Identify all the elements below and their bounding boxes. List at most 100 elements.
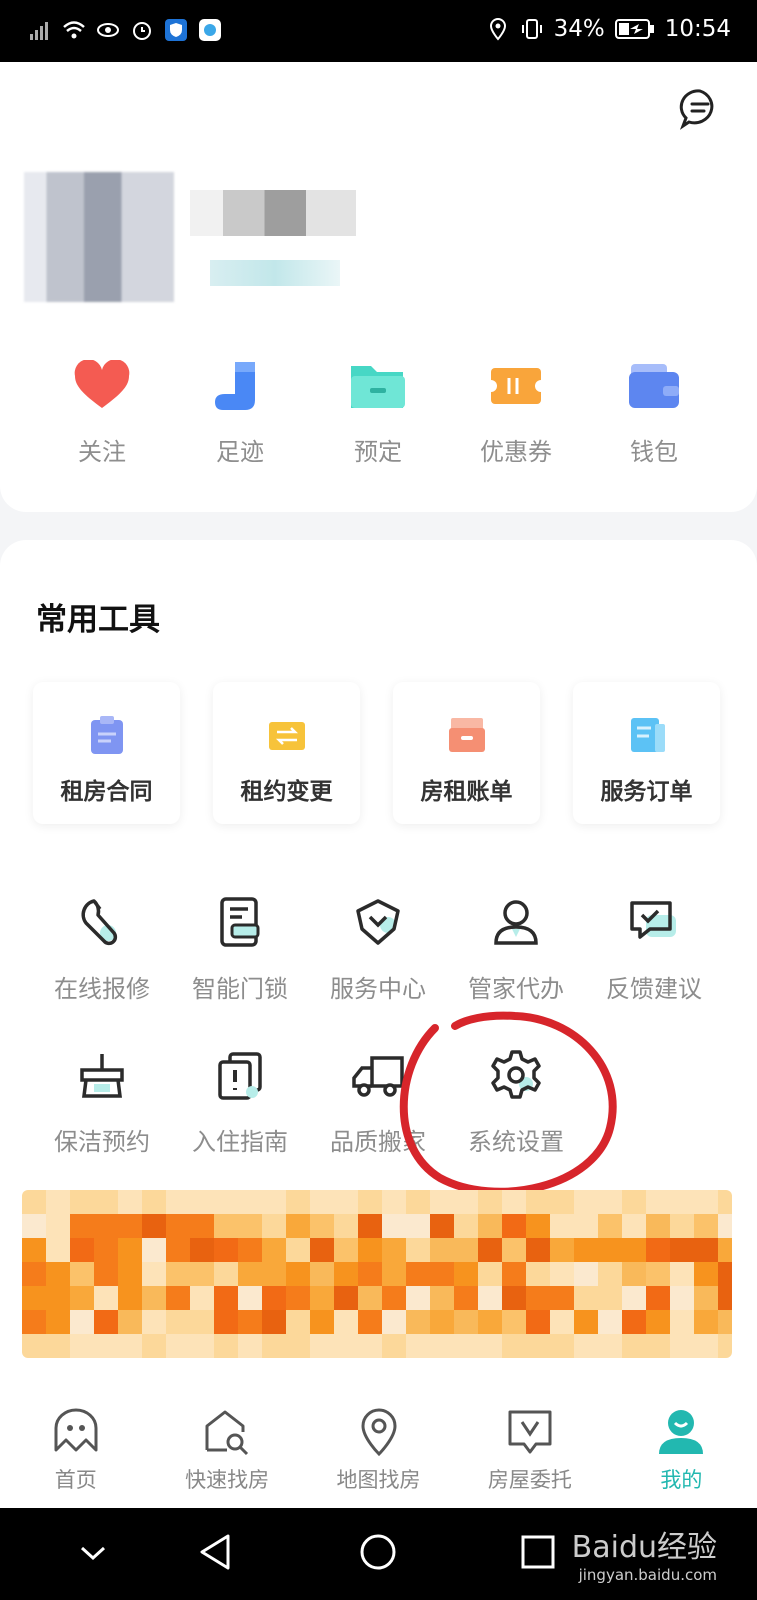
banner-pixel [574,1238,598,1262]
tab-entrust[interactable]: 房屋委托 [454,1390,605,1508]
message-icon[interactable] [679,88,721,130]
tile-label: 房租账单 [420,779,513,805]
banner-pixel [382,1238,406,1262]
banner-pixel [190,1190,214,1214]
banner-pixel [694,1286,718,1310]
banner-pixel [454,1286,478,1310]
tool-service-center[interactable]: 服务中心 [309,895,447,1048]
quick-item-label: 关注 [78,438,126,466]
banner-pixel [334,1262,358,1286]
chevron-down-icon[interactable] [78,1538,108,1568]
banner-pixel [454,1262,478,1286]
quick-item-follow[interactable]: 关注 [33,359,171,470]
banner-pixel [478,1190,502,1214]
banner-pixel [430,1238,454,1262]
banner-pixel [262,1286,286,1310]
banner-pixel [358,1262,382,1286]
banner-pixel [166,1262,190,1286]
tile-rent-bill[interactable]: 房租账单 [393,682,540,824]
tool-cleaning-booking[interactable]: 保洁预约 [33,1048,171,1201]
tool-label: 保洁预约 [54,1128,150,1156]
quick-item-footprint[interactable]: 足迹 [171,360,309,470]
banner-pixel [166,1310,190,1334]
banner-pixel [694,1238,718,1262]
banner-pixel [694,1334,718,1358]
banner-pixel [670,1286,694,1310]
tool-label: 品质搬家 [330,1128,426,1156]
avatar[interactable] [24,172,174,302]
banner-pixel [502,1190,526,1214]
recent-apps-icon[interactable] [520,1534,556,1570]
banner-pixel [334,1190,358,1214]
tool-smart-lock[interactable]: 智能门锁 [171,895,309,1048]
banner-pixel [526,1214,550,1238]
tool-label: 管家代办 [468,975,564,1003]
quick-item-coupon[interactable]: 优惠券 [447,360,585,470]
banner-pixel [238,1262,262,1286]
tab-quick-search[interactable]: 快速找房 [151,1390,302,1508]
door-lock-icon [220,897,260,947]
banner-pixel [286,1190,310,1214]
banner-pixel [718,1286,732,1310]
watermark: Baidu经验 jingyan.baidu.com [572,1522,717,1584]
banner-pixel [190,1286,214,1310]
home-circle-icon[interactable] [358,1532,398,1572]
cleaning-icon [80,1054,124,1098]
tile-service-order[interactable]: 服务订单 [573,682,720,824]
tab-mine[interactable]: 我的 [606,1390,757,1508]
banner-pixel [46,1310,70,1334]
banner-pixel [430,1286,454,1310]
banner-pixel [214,1238,238,1262]
tool-butler-service[interactable]: 管家代办 [447,895,585,1048]
tool-feedback[interactable]: 反馈建议 [585,895,723,1048]
tile-rental-contract[interactable]: 租房合同 [33,682,180,824]
banner-pixel [286,1286,310,1310]
banner-pixel [190,1262,214,1286]
banner-pixel [214,1310,238,1334]
section-title: 常用工具 [36,602,160,638]
banner-pixel [70,1190,94,1214]
banner-pixel [454,1334,478,1358]
banner-pixel [214,1334,238,1358]
tile-lease-change[interactable]: 租约变更 [213,682,360,824]
quick-item-label: 足迹 [216,438,264,466]
back-icon[interactable] [196,1532,236,1572]
banner-pixel [718,1190,732,1214]
butler-icon [494,900,538,945]
banner-pixel [622,1310,646,1334]
tool-online-repair[interactable]: 在线报修 [33,895,171,1048]
banner-pixel [286,1238,310,1262]
user-name-redacted [190,190,356,236]
quick-item-booking[interactable]: 预定 [309,360,447,470]
banner-pixel [478,1286,502,1310]
banner-pixel [46,1286,70,1310]
promo-banner[interactable] [22,1190,732,1358]
banner-pixel [118,1214,142,1238]
banner-pixel [70,1238,94,1262]
banner-pixel [310,1262,334,1286]
watermark-url: jingyan.baidu.com [578,1566,717,1584]
banner-pixel [526,1262,550,1286]
banner-pixel [166,1286,190,1310]
banner-pixel [358,1334,382,1358]
moving-truck-icon [352,1056,404,1097]
map-pin-icon [361,1408,397,1457]
signal-icon [30,22,48,40]
banner-pixel [382,1262,406,1286]
banner-pixel [262,1190,286,1214]
banner-pixel [622,1238,646,1262]
tool-system-settings[interactable]: 系统设置 [447,1048,585,1201]
tool-move-in-guide[interactable]: 入住指南 [171,1048,309,1201]
banner-pixel [550,1310,574,1334]
banner-pixel [718,1238,732,1262]
tool-quality-moving[interactable]: 品质搬家 [309,1048,447,1201]
banner-pixel [70,1286,94,1310]
quick-item-wallet[interactable]: 钱包 [585,360,723,470]
banner-pixel [598,1286,622,1310]
banner-pixel [526,1334,550,1358]
banner-pixel [22,1262,46,1286]
tab-home[interactable]: 首页 [0,1390,151,1508]
tab-map-search[interactable]: 地图找房 [303,1390,454,1508]
banner-pixel [310,1286,334,1310]
banner-pixel [22,1310,46,1334]
